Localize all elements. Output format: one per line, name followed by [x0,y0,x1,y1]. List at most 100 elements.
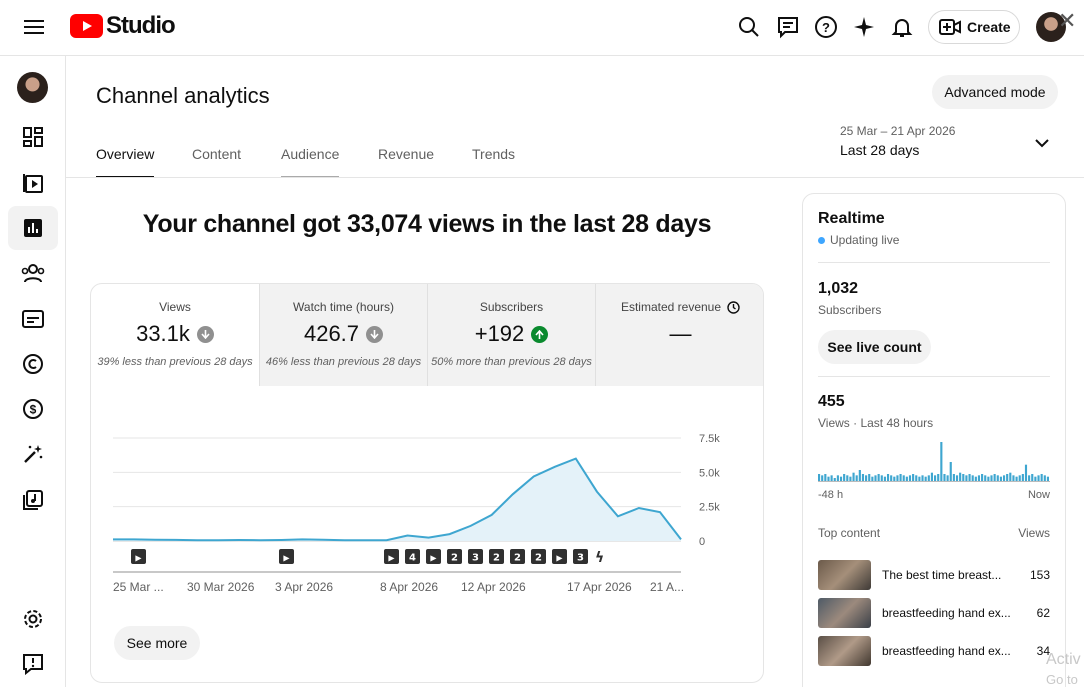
top-content-item[interactable]: breastfeeding hand ex... 62 [818,598,1050,628]
realtime-bar [1006,474,1009,482]
nav-settings[interactable] [8,597,58,641]
search-icon[interactable] [737,15,761,39]
realtime-axis-end: Now [1027,489,1050,501]
chevron-down-icon[interactable] [1034,137,1050,149]
top-bar: Studio ? Create ✕ [0,0,1084,56]
video-title: The best time breast... [882,568,1002,582]
metric-note: 50% more than previous 28 days [431,356,592,368]
sparkle-ai-icon[interactable] [852,15,876,39]
subtitles-icon [22,310,44,328]
realtime-bar [1009,472,1012,482]
realtime-bar [959,472,962,482]
metric-note: 46% less than previous 28 days [265,356,422,368]
nav-subtitles[interactable] [8,297,58,341]
see-live-count-button[interactable]: See live count [818,330,931,364]
video-views: 62 [1036,606,1050,620]
metric-label: Watch time (hours) [293,300,394,314]
magic-wand-icon [24,445,43,463]
svg-text:$: $ [30,403,37,417]
see-more-button[interactable]: See more [114,626,200,660]
realtime-bar [896,475,899,482]
menu-icon[interactable] [24,17,44,37]
feedback-messages-icon[interactable] [776,15,800,39]
video-thumbnail [818,560,871,590]
nav-analytics[interactable] [8,206,58,250]
realtime-bar [824,474,827,482]
marker-label: 2 [451,553,458,564]
nav-dashboard[interactable] [8,115,58,159]
x-tick-label: 21 A... [650,580,684,594]
feedback-icon [23,654,43,675]
realtime-bar [830,475,833,482]
close-icon[interactable]: ✕ [1058,8,1076,34]
realtime-status-text: Updating live [830,233,900,247]
arrow-down-icon [366,325,384,343]
realtime-views-bar-chart[interactable] [818,440,1050,482]
metric-views[interactable]: Views 33.1k 39% less than previous 28 da… [91,284,259,386]
top-content-label: Top content [818,526,881,540]
watermark-line: Go to [1046,672,1078,687]
tab-overview[interactable]: Overview [96,146,155,178]
x-tick-label: 8 Apr 2026 [380,580,438,594]
metric-value: — [669,321,692,346]
marker-label: ▶ [135,554,142,563]
views-headline: Your channel got 33,074 views in the las… [142,210,712,238]
overview-card: Views 33.1k 39% less than previous 28 da… [90,283,764,683]
tab-audience[interactable]: Audience [281,146,340,178]
realtime-bar [952,474,955,482]
realtime-bar [818,474,821,482]
realtime-bar [899,474,902,482]
nav-audio-library[interactable] [8,478,58,522]
top-content-item[interactable]: breastfeeding hand ex... 34 [818,636,1050,666]
metric-watch-time[interactable]: Watch time (hours) 426.7 46% less than p… [260,284,427,386]
metric-estimated-revenue[interactable]: Estimated revenue — [596,284,763,386]
views-column-label: Views [1018,526,1050,540]
realtime-bar [940,442,943,482]
tab-content[interactable]: Content [192,146,241,176]
realtime-bar [934,475,937,482]
community-icon [21,264,45,283]
realtime-bar [984,475,987,482]
nav-customization[interactable] [8,432,58,476]
y-tick-label: 0 [699,536,705,548]
clock-icon [727,300,740,314]
marker-label: 2 [514,553,521,564]
realtime-views-label: Views · Last 48 hours [818,416,934,430]
realtime-bar [937,474,940,482]
tab-trends[interactable]: Trends [472,146,515,176]
metric-label: Estimated revenue [620,300,722,314]
realtime-bar [977,475,981,482]
realtime-bar [943,474,946,482]
nav-content[interactable] [8,161,58,205]
metric-subscribers[interactable]: Subscribers +192 50% more than previous … [428,284,595,386]
video-title: breastfeeding hand ex... [882,606,1011,620]
help-icon[interactable]: ? [814,15,838,39]
realtime-bar [949,462,952,482]
x-tick-label: 17 Apr 2026 [567,580,632,594]
studio-logo[interactable]: Studio [70,12,176,40]
marker-label: ▶ [388,554,395,563]
views-line-chart[interactable]: 7.5k5.0k2.5k0▶ ▶ ▶ 4 ▶ 2 3 2 2 2 ▶ 3 ϟ25 Mar ... 30 M… [91,386,763,616]
video-views: 153 [1029,568,1050,582]
nav-copyright[interactable] [8,342,58,386]
realtime-card: Realtime Updating live 1,032 Subscribers… [802,193,1066,687]
nav-community[interactable] [8,251,58,295]
realtime-bar [921,475,924,482]
realtime-bar [927,475,930,482]
content-icon [23,174,43,193]
date-range-picker[interactable]: 25 Mar – 21 Apr 2026 Last 28 days [840,124,955,158]
advanced-mode-button[interactable]: Advanced mode [932,75,1058,109]
top-content-item[interactable]: The best time breast... 153 [818,560,1050,590]
arrow-up-icon [531,325,549,343]
notifications-bell-icon[interactable] [890,15,914,39]
realtime-bar [996,475,999,482]
y-tick-label: 2.5k [699,502,720,514]
realtime-bar [858,470,861,482]
nav-send-feedback[interactable] [8,642,58,686]
channel-avatar[interactable] [17,72,48,103]
x-tick-label: 3 Apr 2026 [275,580,333,594]
tab-revenue[interactable]: Revenue [378,146,434,176]
nav-earn[interactable]: $ [8,387,58,431]
create-button[interactable]: Create [928,10,1020,44]
shorts-marker-icon: ϟ [595,550,604,566]
